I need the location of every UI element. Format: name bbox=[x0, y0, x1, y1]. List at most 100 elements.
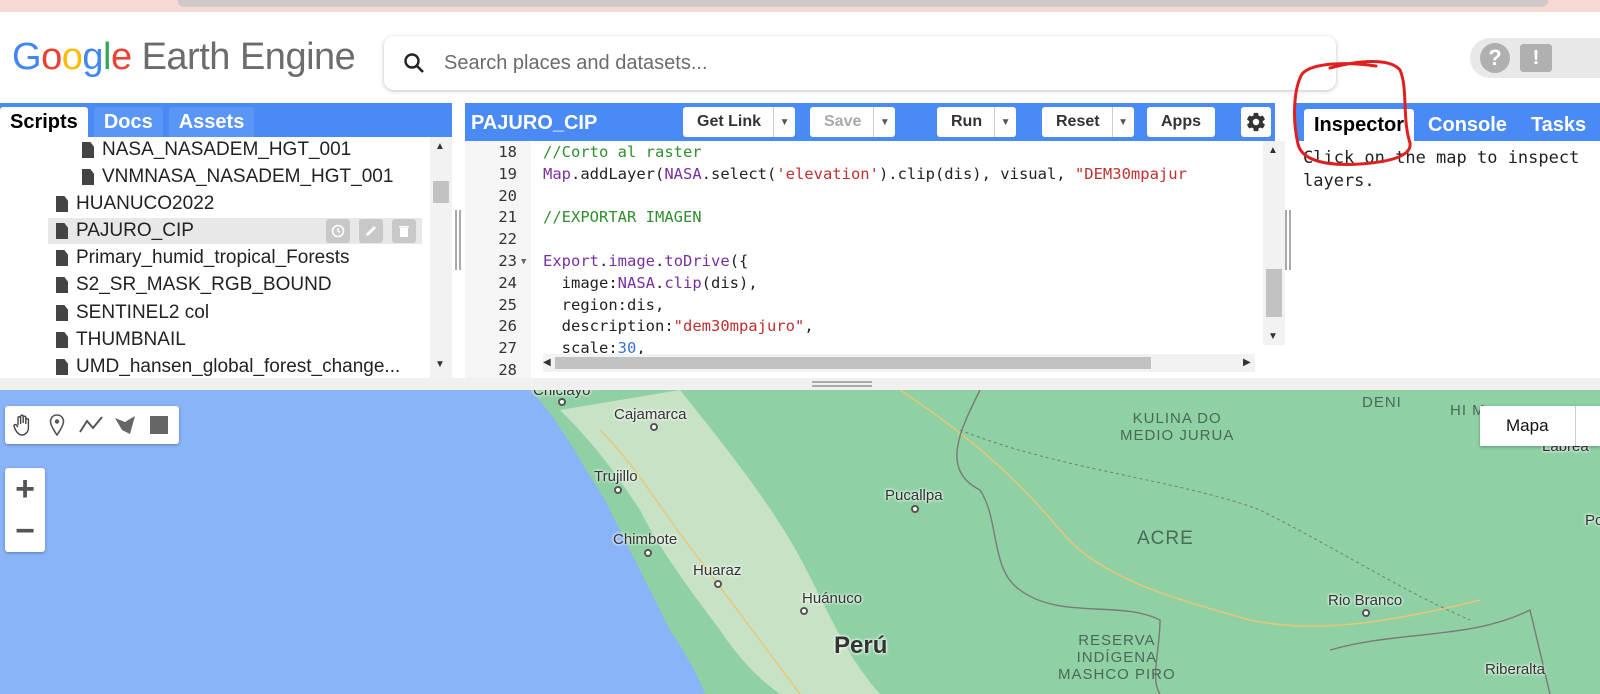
zoom-out-button[interactable]: − bbox=[5, 510, 45, 552]
line-icon[interactable] bbox=[77, 410, 105, 440]
chevron-down-icon[interactable]: ▼ bbox=[773, 107, 795, 137]
marker-icon[interactable] bbox=[43, 410, 71, 440]
map-place-marker bbox=[911, 505, 919, 513]
apps-button[interactable]: Apps bbox=[1147, 107, 1215, 137]
scroll-up-icon[interactable]: ▲ bbox=[1268, 145, 1278, 156]
apps-label: Apps bbox=[1161, 113, 1201, 130]
list-item[interactable]: NASA_NASADEM_HGT_001 bbox=[82, 137, 351, 163]
scrollbar-thumb[interactable] bbox=[433, 181, 449, 203]
zoom-controls: + − bbox=[5, 468, 45, 552]
code-line[interactable]: 19 Map.addLayer(NASA.select('elevation').… bbox=[465, 165, 1255, 187]
zoom-in-button[interactable]: + bbox=[5, 468, 45, 510]
logo-letter: e bbox=[110, 36, 132, 78]
map-canvas[interactable]: Chiclayo Cajamarca Trujillo Pucallpa Chi… bbox=[0, 390, 1600, 694]
left-splitter-handle[interactable] bbox=[454, 210, 462, 270]
file-list-scrollbar[interactable]: ▲ ▼ bbox=[430, 137, 452, 378]
list-item[interactable]: SENTINEL2 col bbox=[56, 300, 209, 326]
map-place-label: Po bbox=[1585, 512, 1600, 529]
editor-vertical-scrollbar[interactable]: ▲ ▼ bbox=[1263, 141, 1285, 345]
map-country-label: Perú bbox=[834, 632, 888, 659]
tab-console[interactable]: Console bbox=[1418, 109, 1517, 141]
tab-scripts[interactable]: Scripts bbox=[0, 107, 88, 137]
code-line[interactable]: 21 //EXPORTAR IMAGEN bbox=[465, 208, 1255, 230]
history-icon[interactable] bbox=[326, 219, 350, 243]
line-number: 21 bbox=[498, 208, 517, 227]
search-icon[interactable] bbox=[384, 51, 444, 75]
scroll-right-icon[interactable]: ▶ bbox=[1243, 357, 1251, 368]
fold-toggle-icon[interactable]: ▼ bbox=[521, 257, 526, 267]
list-item-selected[interactable]: PAJURO_CIP bbox=[48, 218, 422, 244]
help-icon[interactable]: ? bbox=[1480, 43, 1510, 73]
code-line[interactable]: 26 description:"dem30mpajuro", bbox=[465, 317, 1255, 339]
file-name: HUANUCO2022 bbox=[76, 193, 215, 214]
map-terrain bbox=[530, 390, 1600, 694]
list-item[interactable]: VNMNASA_NASADEM_HGT_001 bbox=[82, 164, 393, 190]
logo-letter: g bbox=[82, 36, 103, 78]
list-item[interactable]: S2_SR_MASK_RGB_BOUND bbox=[56, 272, 332, 298]
line-number: 26 bbox=[498, 317, 517, 336]
code-line[interactable]: 20 bbox=[465, 187, 1255, 209]
scroll-down-icon[interactable]: ▼ bbox=[435, 359, 445, 370]
chevron-down-icon[interactable]: ▼ bbox=[1111, 107, 1134, 137]
logo-letter: G bbox=[12, 36, 42, 78]
hand-icon[interactable] bbox=[9, 410, 37, 440]
file-icon bbox=[82, 142, 94, 158]
tab-assets[interactable]: Assets bbox=[168, 107, 255, 137]
list-item[interactable]: UMD_hansen_global_forest_change... bbox=[56, 354, 400, 378]
gear-icon[interactable] bbox=[1241, 107, 1271, 137]
save-button[interactable]: Save ▼ bbox=[810, 107, 896, 137]
line-number: 20 bbox=[498, 186, 517, 205]
get-link-button[interactable]: Get Link ▼ bbox=[683, 107, 796, 137]
code-text: description:"dem30mpajuro", bbox=[543, 317, 814, 336]
chevron-down-icon[interactable]: ▼ bbox=[873, 107, 895, 137]
polygon-icon[interactable] bbox=[111, 410, 139, 440]
code-text: //Corto al raster bbox=[543, 143, 702, 161]
scroll-left-icon[interactable]: ◀ bbox=[543, 357, 551, 368]
scroll-down-icon[interactable]: ▼ bbox=[1268, 331, 1278, 342]
tab-docs[interactable]: Docs bbox=[93, 107, 163, 137]
list-item[interactable]: HUANUCO2022 bbox=[56, 191, 214, 217]
search-input[interactable] bbox=[444, 51, 1304, 75]
scrollbar-thumb[interactable] bbox=[1266, 269, 1282, 317]
left-tabbar: Scripts Docs Assets bbox=[0, 103, 452, 137]
earth-engine-logo[interactable]: Google Earth Engine bbox=[12, 36, 356, 80]
right-splitter-handle[interactable] bbox=[1284, 210, 1292, 270]
list-item[interactable]: THUMBNAIL bbox=[56, 327, 186, 353]
tab-inspector[interactable]: Inspector bbox=[1304, 109, 1415, 141]
code-line[interactable]: 18 //Corto al raster bbox=[465, 143, 1255, 165]
scroll-up-icon[interactable]: ▲ bbox=[435, 141, 445, 152]
search-bar[interactable] bbox=[384, 36, 1336, 90]
delete-icon[interactable] bbox=[392, 219, 416, 243]
run-button[interactable]: Run ▼ bbox=[937, 107, 1017, 137]
edit-icon[interactable] bbox=[359, 219, 383, 243]
file-name: VNMNASA_NASADEM_HGT_001 bbox=[102, 166, 394, 187]
divider bbox=[1575, 406, 1576, 446]
browser-top-strip bbox=[0, 0, 1600, 12]
code-line[interactable]: 22 bbox=[465, 230, 1255, 252]
code-text: Map.addLayer(NASA.select('elevation').cl… bbox=[543, 164, 1187, 183]
map-place-marker bbox=[1362, 609, 1370, 617]
editor-horizontal-scrollbar[interactable]: ◀ ▶ bbox=[543, 354, 1255, 372]
line-number: 27 bbox=[498, 339, 517, 358]
code-area[interactable]: 18 //Corto al raster 19 Map.addLayer(NASA.s… bbox=[465, 141, 1275, 378]
map-splitter-handle[interactable] bbox=[812, 380, 872, 388]
file-icon bbox=[56, 332, 68, 348]
list-item[interactable]: Primary_humid_tropical_Forests bbox=[56, 245, 350, 271]
map-type-button[interactable]: Mapa bbox=[1480, 406, 1600, 446]
rectangle-icon[interactable] bbox=[145, 410, 173, 440]
code-line[interactable]: 23 ▼ Export.image.toDrive({ bbox=[465, 252, 1255, 274]
file-name: THUMBNAIL bbox=[76, 329, 186, 350]
line-number: 28 bbox=[498, 361, 517, 378]
tab-tasks[interactable]: Tasks bbox=[1521, 109, 1596, 141]
code-line[interactable]: 25 region:dis, bbox=[465, 296, 1255, 318]
map-place-marker bbox=[800, 607, 808, 615]
code-line[interactable]: 24 image:NASA.clip(dis), bbox=[465, 274, 1255, 296]
reset-label: Reset bbox=[1056, 113, 1100, 130]
chevron-down-icon[interactable]: ▼ bbox=[994, 107, 1016, 137]
logo-letter: o bbox=[41, 36, 62, 78]
get-link-label: Get Link bbox=[697, 113, 762, 130]
scrollbar-thumb[interactable] bbox=[555, 357, 1151, 369]
reset-button[interactable]: Reset ▼ bbox=[1042, 107, 1134, 137]
feedback-icon[interactable]: ! bbox=[1520, 44, 1552, 72]
file-name: NASA_NASADEM_HGT_001 bbox=[102, 139, 352, 160]
